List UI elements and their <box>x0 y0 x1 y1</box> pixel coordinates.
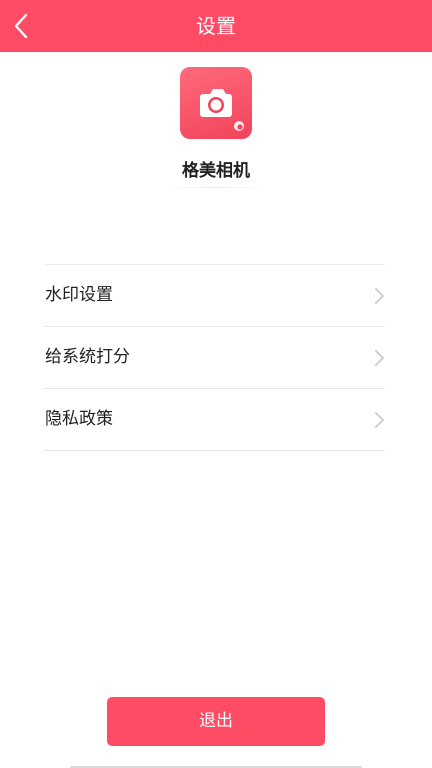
settings-menu: 水印设置 给系统打分 隐私政策 <box>45 264 385 451</box>
header-bar: 设置 <box>0 0 432 52</box>
logout-button[interactable]: 退出 <box>107 697 325 746</box>
menu-item-label: 隐私政策 <box>45 409 113 429</box>
menu-item-watermark-settings[interactable]: 水印设置 <box>45 265 385 327</box>
chevron-right-icon <box>373 410 385 430</box>
page-title: 设置 <box>196 14 236 38</box>
menu-item-privacy-policy[interactable]: 隐私政策 <box>45 389 385 451</box>
chevron-right-icon <box>373 348 385 368</box>
app-logo <box>180 67 252 139</box>
menu-item-rate-app[interactable]: 给系统打分 <box>45 327 385 389</box>
divider <box>160 187 272 188</box>
app-name: 格美相机 <box>182 161 250 181</box>
camera-icon <box>200 89 244 131</box>
menu-item-label: 给系统打分 <box>45 347 130 367</box>
chevron-right-icon <box>373 286 385 306</box>
menu-item-label: 水印设置 <box>45 285 113 305</box>
